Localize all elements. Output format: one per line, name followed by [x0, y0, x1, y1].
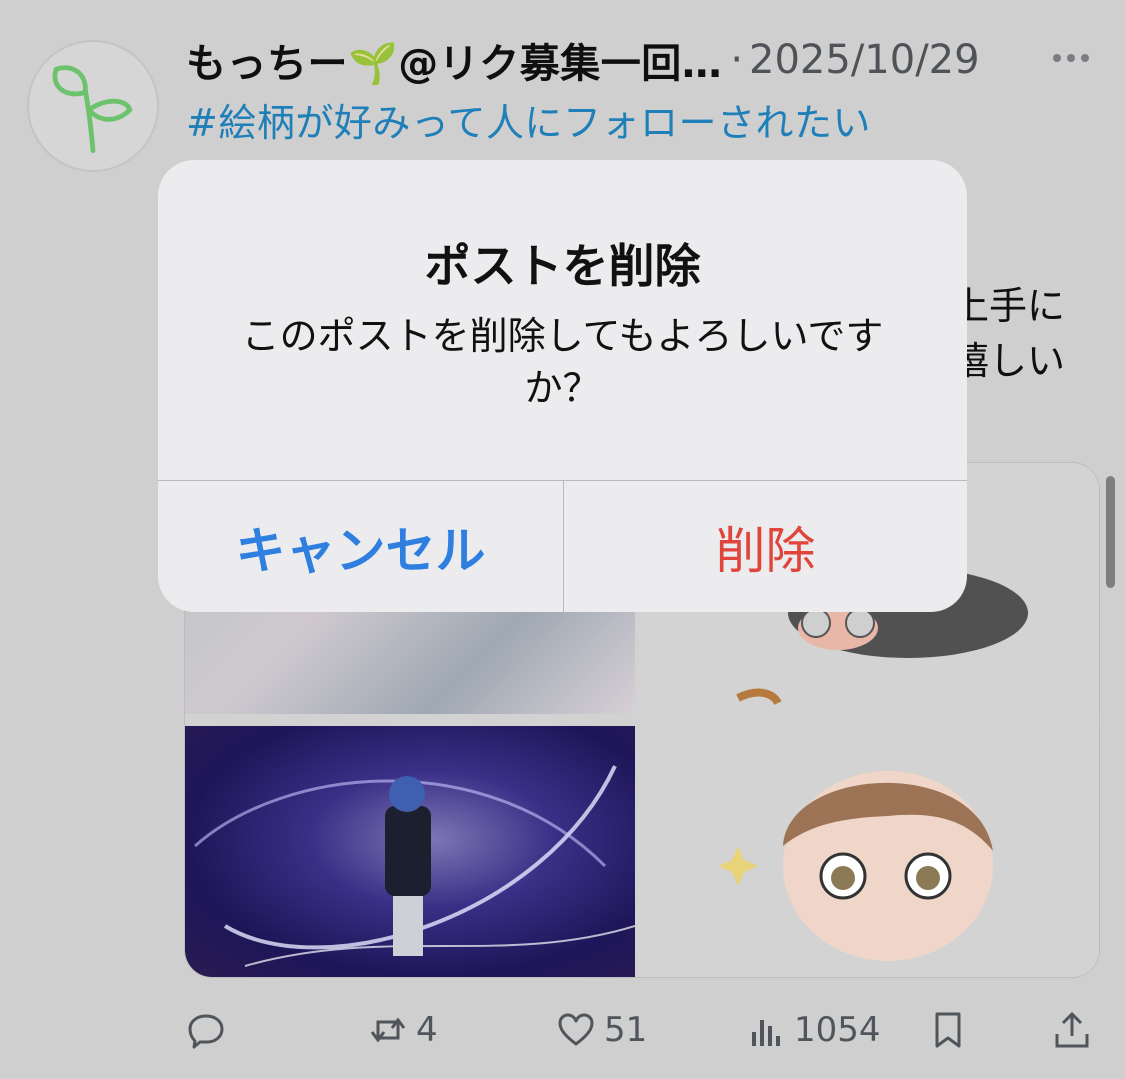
scrollbar[interactable] [1106, 476, 1115, 588]
bookmark-button[interactable] [928, 1005, 968, 1055]
display-name[interactable]: もっちー🌱@リク募集一回… [186, 31, 722, 89]
retweet-button[interactable]: 4 [368, 1005, 438, 1055]
share-button[interactable] [1052, 1005, 1092, 1055]
like-icon [558, 1013, 594, 1046]
post-date[interactable]: 2025/10/29 [749, 37, 980, 83]
tweet-text-fragment: 上手に [950, 284, 1065, 328]
views-count: 1054 [794, 1010, 881, 1050]
reply-button[interactable] [186, 1005, 226, 1055]
bookmark-icon [935, 1012, 961, 1048]
like-count: 51 [604, 1010, 648, 1050]
dialog-message: このポストを削除してもよろしいですか？ [241, 314, 884, 410]
views-button[interactable]: 1054 [746, 1005, 881, 1055]
more-icon[interactable] [1050, 48, 1092, 68]
dialog-title: ポストを削除 [424, 239, 701, 293]
delete-button[interactable]: 削除 [564, 481, 967, 612]
tweet-header: もっちー🌱@リク募集一回… · 2025/10/29 [186, 30, 980, 90]
action-bar: 4 51 1054 [186, 1005, 1106, 1055]
tweet-text-fragment: 嬉しい [950, 339, 1065, 383]
reply-icon [188, 1014, 224, 1049]
media-image-3[interactable] [185, 726, 635, 977]
media-image-4[interactable] [638, 726, 1099, 977]
cancel-button[interactable]: キャンセル [158, 481, 563, 612]
share-icon [1055, 1011, 1089, 1048]
hashtag-link[interactable]: #絵柄が好みって人にフォローされたい [186, 92, 871, 147]
avatar[interactable] [27, 40, 159, 172]
views-icon [752, 1020, 780, 1046]
retweet-count: 4 [416, 1010, 438, 1050]
delete-post-dialog: ポストを削除 このポストを削除してもよろしいですか？ キャンセル 削除 [158, 160, 967, 612]
retweet-icon [370, 1017, 406, 1043]
separator-dot: · [730, 37, 744, 83]
like-button[interactable]: 51 [556, 1005, 647, 1055]
